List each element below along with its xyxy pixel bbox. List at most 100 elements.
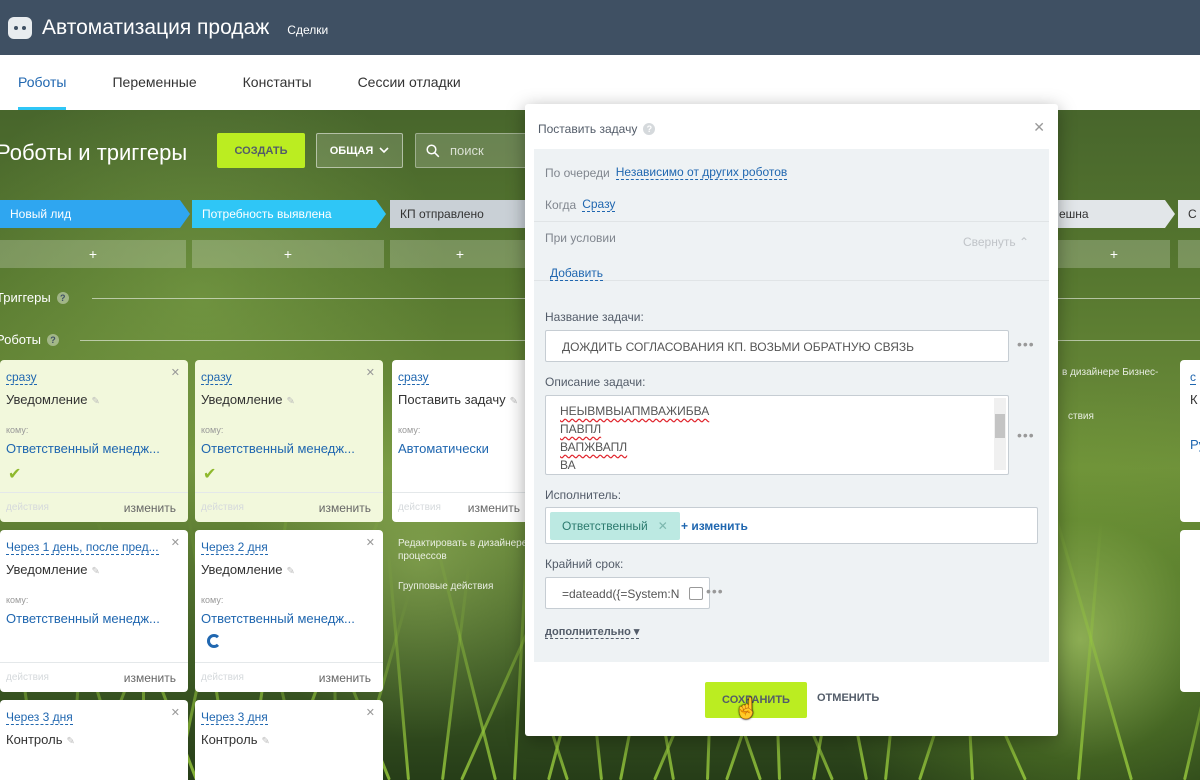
scrollbar-thumb[interactable] xyxy=(995,414,1005,438)
edit-link[interactable]: изменить xyxy=(319,501,371,515)
pencil-icon[interactable]: ✎ xyxy=(66,736,74,747)
robot-card[interactable]: ✕ Через 2 дня Уведомление ✎ кому: Ответст… xyxy=(195,530,383,692)
chevron-up-icon: ⌃ xyxy=(1018,235,1029,249)
additional-link[interactable]: дополнительно ▾ xyxy=(545,625,640,639)
actions-label: действия xyxy=(6,502,49,513)
add-trigger-button[interactable]: + xyxy=(0,240,186,268)
stage-next[interactable]: С xyxy=(1178,200,1200,228)
search-box[interactable] xyxy=(415,133,535,168)
hand-cursor-icon: ☝ xyxy=(734,698,759,720)
close-icon[interactable]: ✕ xyxy=(366,706,375,719)
right-designer-link[interactable]: в дизайнере Бизнес- xyxy=(1062,366,1162,379)
robot-card[interactable]: ✕ сразу Уведомление ✎ кому: Ответственный… xyxy=(195,360,383,522)
tab-debug-sessions[interactable]: Сессии отладки xyxy=(358,55,461,110)
close-icon[interactable]: ✕ xyxy=(366,536,375,549)
close-icon[interactable]: ✕ xyxy=(366,366,375,379)
create-button[interactable]: СОЗДАТЬ xyxy=(217,133,305,168)
recipient-link[interactable]: Ответственный менедж... xyxy=(201,441,383,456)
when-link[interactable]: Сразу xyxy=(582,197,616,212)
stage-need-identified[interactable]: Потребность выявлена xyxy=(192,200,386,228)
pencil-icon[interactable]: ✎ xyxy=(286,566,294,577)
cancel-button[interactable]: ОТМЕНИТЬ xyxy=(817,692,879,704)
recipient-link[interactable]: Автоматически xyxy=(398,441,532,456)
robot-card[interactable]: ✕ Через 1 день, после пред... Уведомлени… xyxy=(0,530,188,692)
pencil-icon[interactable]: ✎ xyxy=(91,566,99,577)
robot-card-partial[interactable] xyxy=(1180,530,1200,692)
card-footer: действия изменить xyxy=(195,492,383,522)
robot-when-link[interactable]: Через 1 день, после пред... xyxy=(6,540,159,555)
close-icon[interactable]: ✕ xyxy=(171,536,180,549)
close-icon[interactable]: ✕ xyxy=(1033,119,1045,136)
group-actions-link[interactable]: Групповые действия xyxy=(398,580,528,593)
app-section-link[interactable]: Сделки xyxy=(287,23,328,37)
search-input[interactable] xyxy=(450,143,520,158)
pencil-icon[interactable]: ✎ xyxy=(510,396,518,407)
more-dots-icon[interactable]: ••• xyxy=(706,583,724,599)
edit-link[interactable]: изменить xyxy=(124,501,176,515)
recipient-link[interactable]: Ответственный менедж... xyxy=(201,611,383,626)
robots-label: Роботы? xyxy=(0,332,60,347)
tab-constants[interactable]: Константы xyxy=(243,55,312,110)
executor-field[interactable]: Ответственный ✕ + изменить xyxy=(545,507,1038,544)
tab-variables[interactable]: Переменные xyxy=(112,55,196,110)
robot-card[interactable]: ✕ Через 3 дня Контроль ✎ xyxy=(195,700,383,780)
remove-icon[interactable]: ✕ xyxy=(658,519,668,533)
pencil-icon[interactable]: ✎ xyxy=(91,396,99,407)
robot-when-link[interactable]: сразу xyxy=(6,370,37,385)
change-executor-link[interactable]: + изменить xyxy=(681,519,748,533)
deadline-input[interactable]: =dateadd({=System:N xyxy=(545,577,710,609)
description-textarea[interactable]: НЕЫВМВЫАПМВАЖИБВА ПАВПЛ ВАПЖВАПЛ ВА xyxy=(545,395,1009,475)
calendar-icon[interactable] xyxy=(689,587,703,600)
recipient-link[interactable]: Ответственный менедж... xyxy=(6,441,188,456)
pencil-icon[interactable]: ✎ xyxy=(286,396,294,407)
edit-link[interactable]: изменить xyxy=(124,671,176,685)
edit-in-designer-link[interactable]: Редактировать в дизайнере процессов xyxy=(398,537,528,563)
condition-block: При условии Свернуть ⌃ Добавить xyxy=(534,221,1049,281)
robot-name: Контроль xyxy=(201,732,258,747)
edit-link[interactable]: изменить xyxy=(319,671,371,685)
robot-card-partial[interactable]: с К Ру xyxy=(1180,360,1200,522)
robot-when-link[interactable]: с xyxy=(1190,370,1196,385)
recipient-link[interactable]: Ру xyxy=(1190,437,1200,452)
more-dots-icon[interactable]: ••• xyxy=(1017,336,1035,352)
actions-label: действия xyxy=(6,672,49,683)
pencil-icon[interactable]: ✎ xyxy=(261,736,269,747)
help-icon[interactable]: ? xyxy=(47,333,60,346)
add-trigger-button[interactable]: + xyxy=(390,240,530,268)
more-dots-icon[interactable]: ••• xyxy=(1017,427,1035,443)
recipient-link[interactable]: Ответственный менедж... xyxy=(6,611,188,626)
robot-when-link[interactable]: Через 3 дня xyxy=(6,710,73,725)
add-trigger-button[interactable] xyxy=(1178,240,1200,268)
help-icon[interactable]: ? xyxy=(643,123,656,135)
close-icon[interactable]: ✕ xyxy=(171,366,180,379)
condition-label: При условии xyxy=(545,231,616,245)
collapse-link[interactable]: Свернуть ⌃ xyxy=(963,235,1029,249)
top-bar: Автоматизация продаж Сделки xyxy=(0,0,1200,55)
robot-card[interactable]: сразу Поставить задачу ✎ кому: Автоматиче… xyxy=(392,360,532,522)
robot-card[interactable]: ✕ Через 3 дня Контроль ✎ xyxy=(0,700,188,780)
description-line: НЕЫВМВЫАПМВАЖИБВА xyxy=(560,404,710,418)
robot-when-link[interactable]: сразу xyxy=(201,370,232,385)
card-footer: действия изменить xyxy=(195,662,383,692)
right-actions-link[interactable]: ствия xyxy=(1068,410,1128,423)
robot-when-link[interactable]: Через 2 дня xyxy=(201,540,268,555)
tab-robots[interactable]: Роботы xyxy=(18,55,67,110)
queue-label: По очереди xyxy=(545,165,610,180)
queue-link[interactable]: Независимо от других роботов xyxy=(615,165,788,180)
robot-card[interactable]: ✕ сразу Уведомление ✎ кому: Ответственный… xyxy=(0,360,188,522)
stage-success[interactable]: ешна xyxy=(1045,200,1175,228)
scrollbar[interactable] xyxy=(994,398,1006,470)
task-name-input[interactable]: ДОЖДИТЬ СОГЛАСОВАНИЯ КП. ВОЗЬМИ ОБРАТНУЮ… xyxy=(545,330,1009,362)
stage-new-lead[interactable]: Новый лид xyxy=(0,200,190,228)
edit-link[interactable]: изменить xyxy=(468,501,520,515)
add-trigger-button[interactable]: + xyxy=(1058,240,1170,268)
common-dropdown-button[interactable]: ОБЩАЯ xyxy=(316,133,403,168)
robot-when-link[interactable]: сразу xyxy=(398,370,429,385)
help-icon[interactable]: ? xyxy=(56,291,69,304)
close-icon[interactable]: ✕ xyxy=(171,706,180,719)
add-condition-link[interactable]: Добавить xyxy=(550,266,604,281)
executor-chip[interactable]: Ответственный ✕ xyxy=(550,512,680,540)
add-trigger-button[interactable]: + xyxy=(192,240,384,268)
robot-when-link[interactable]: Через 3 дня xyxy=(201,710,268,725)
stage-kp-sent[interactable]: КП отправлено xyxy=(390,200,540,228)
